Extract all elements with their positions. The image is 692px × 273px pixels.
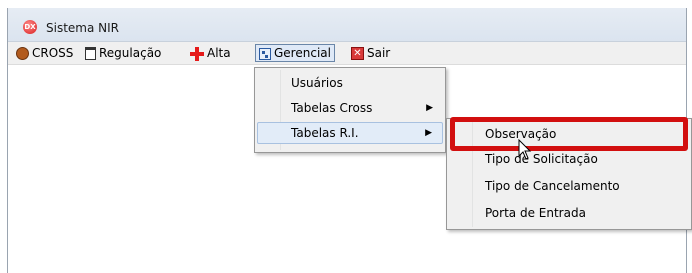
menu-item-usuarios-label: Usuários: [291, 76, 343, 90]
top-strip: [0, 0, 692, 8]
menu-sair-label: Sair: [367, 46, 391, 60]
menu-item-tabelas-ri[interactable]: Tabelas R.I. ▶: [257, 122, 443, 144]
clipboard-icon: [85, 47, 96, 60]
submenu-arrow-icon: ▶: [426, 103, 433, 113]
menu-item-tabelas-ri-label: Tabelas R.I.: [291, 126, 359, 140]
highlight-box: [450, 117, 688, 151]
menu-item-usuarios[interactable]: Usuários: [257, 72, 443, 94]
menu-item-tipo-solicitacao[interactable]: Tipo de Solicitação: [449, 148, 689, 170]
menu-alta-label: Alta: [207, 46, 231, 60]
exit-icon: ✕: [351, 47, 364, 60]
window-title: Sistema NIR: [46, 21, 120, 35]
menu-bar: CROSS Regulação Alta Gerencial ✕ Sair: [8, 42, 686, 65]
menu-regulacao-label: Regulação: [99, 46, 162, 60]
menu-gerencial[interactable]: Gerencial: [255, 44, 335, 62]
cross-icon: [16, 47, 29, 60]
gerencial-dropdown: Usuários Tabelas Cross ▶ Tabelas R.I. ▶: [254, 67, 446, 153]
menu-regulacao[interactable]: Regulação: [82, 44, 164, 62]
dx-logo-icon: DX: [23, 20, 37, 34]
menu-item-tipo-cancelamento-label: Tipo de Cancelamento: [485, 179, 620, 193]
title-bar: DX Sistema NIR: [8, 8, 686, 42]
menu-item-tabelas-cross[interactable]: Tabelas Cross ▶: [257, 97, 443, 119]
red-plus-icon: [190, 46, 204, 61]
menu-sair[interactable]: ✕ Sair: [348, 44, 393, 62]
submenu-arrow-icon: ▶: [425, 128, 432, 138]
settings-window-icon: [259, 47, 271, 60]
menu-item-tipo-solicitacao-label: Tipo de Solicitação: [485, 152, 598, 166]
mouse-pointer-icon: [518, 139, 532, 160]
menu-item-porta-entrada-label: Porta de Entrada: [485, 206, 586, 220]
menu-cross[interactable]: CROSS: [13, 44, 76, 62]
menu-item-porta-entrada[interactable]: Porta de Entrada: [449, 202, 689, 224]
menu-alta[interactable]: Alta: [187, 44, 234, 62]
menu-gerencial-label: Gerencial: [274, 46, 331, 60]
menu-cross-label: CROSS: [32, 46, 74, 60]
menu-item-tipo-cancelamento[interactable]: Tipo de Cancelamento: [449, 175, 689, 197]
menu-item-tabelas-cross-label: Tabelas Cross: [291, 101, 373, 115]
